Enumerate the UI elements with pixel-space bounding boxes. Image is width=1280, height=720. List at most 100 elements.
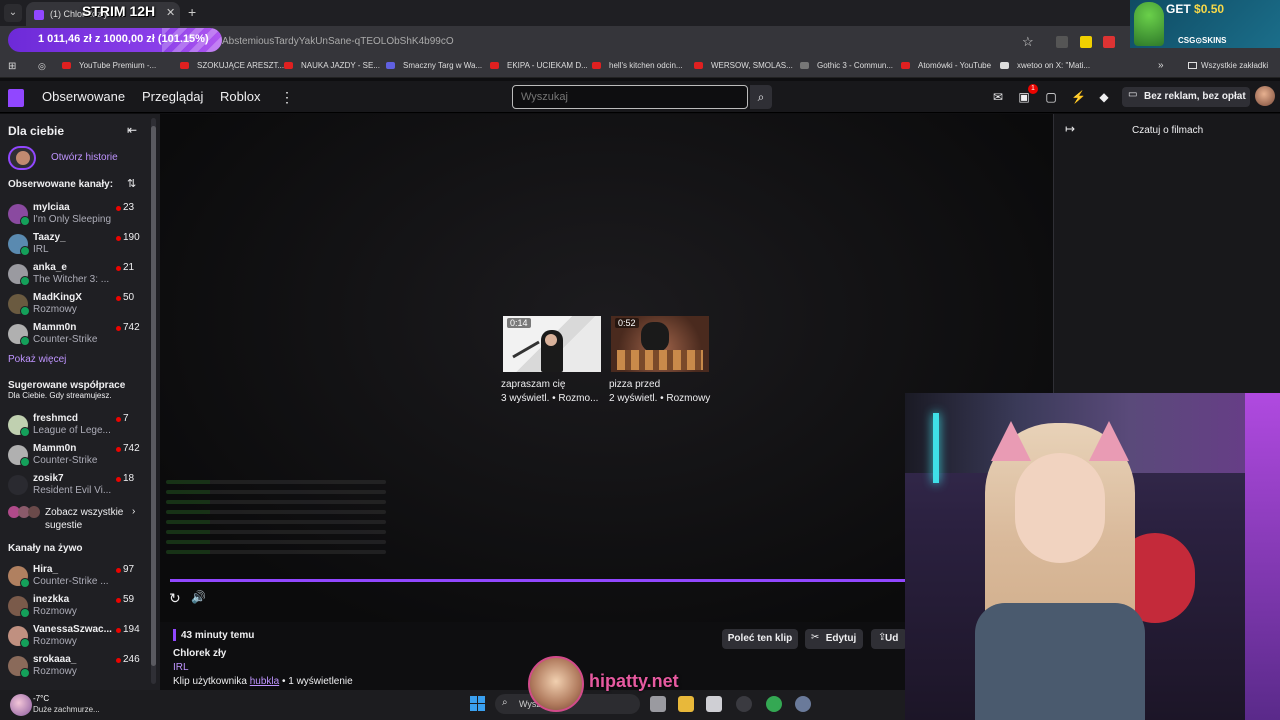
share-clip-button[interactable]: Ud [871, 629, 907, 649]
clip-title[interactable]: zapraszam cię [501, 379, 565, 390]
ad-get-label: GET [1166, 2, 1195, 16]
chevron-right-icon[interactable]: › [132, 506, 135, 517]
bookmark-star-icon[interactable]: ☆ [1022, 34, 1034, 50]
bookmarks-overflow-icon[interactable]: » [1158, 60, 1164, 71]
app-icon[interactable] [736, 696, 752, 712]
live-dot-icon [116, 266, 121, 271]
bookmark-item[interactable]: WERSOW, SMOLAS... [694, 61, 793, 70]
sidebar-channel[interactable]: Taazy_ IRL 190 [0, 230, 150, 258]
sidebar-channel[interactable]: freshmcd League of Lege... 7 [0, 411, 150, 439]
sidebar-channel[interactable]: inezkka Rozmowy 59 [0, 592, 150, 620]
sidebar-channel[interactable]: anka_e The Witcher 3: ... 21 [0, 260, 150, 288]
bookmark-item[interactable]: Atomówki - YouTube [901, 61, 991, 70]
windows-start-icon[interactable] [470, 696, 486, 712]
sidebar-title: Dla ciebie [8, 124, 65, 138]
file-explorer-icon[interactable] [678, 696, 694, 712]
recommend-clip-button[interactable]: Poleć ten klip [722, 629, 798, 649]
task-view-icon[interactable] [650, 696, 666, 712]
csgo-skins-ad[interactable]: GET $0.50 CSG⊙SKINS [1130, 0, 1280, 48]
sort-icon[interactable]: ⇅ [127, 177, 136, 190]
stats-icon[interactable]: ⚡ [1071, 90, 1086, 104]
store-icon[interactable] [706, 696, 722, 712]
live-dot-icon [116, 628, 121, 633]
tab-search-button[interactable]: ⌄ [4, 4, 22, 22]
more-menu-icon[interactable]: ⋮ [280, 89, 294, 106]
nav-browse[interactable]: Przeglądaj [142, 89, 203, 104]
nav-roblox[interactable]: Roblox [220, 89, 260, 104]
bookmark-item[interactable]: SZOKUJĄCE ARESZT... [180, 61, 284, 70]
bookmark-item[interactable]: xwetoo on X: "Mati... [1000, 61, 1090, 70]
channel-category: Resident Evil Vi... [33, 485, 112, 496]
inbox-icon[interactable]: ✉ [991, 90, 1005, 104]
collapse-chat-icon[interactable]: ↦ [1065, 122, 1075, 136]
channel-name: inezkka [33, 594, 70, 605]
history-avatar[interactable] [8, 146, 36, 170]
settings-icon[interactable] [795, 696, 811, 712]
viewer-count: 7 [123, 413, 129, 424]
bookmark-icon[interactable]: ◎ [38, 61, 46, 72]
sidebar-channel[interactable]: srokaaa_ Rozmowy 246 [0, 652, 150, 680]
sidebar-channel[interactable]: MadKingX Rozmowy 50 [0, 290, 150, 318]
live-badge-icon [20, 608, 30, 618]
bookmark-item[interactable]: Gothic 3 - Commun... [800, 61, 893, 70]
all-bookmarks-button[interactable]: Wszystkie zakładki [1188, 61, 1268, 70]
channel-category: Rozmowy [33, 304, 77, 315]
bits-icon[interactable]: ◆ [1097, 90, 1111, 104]
x-icon [1000, 62, 1009, 70]
show-more-link[interactable]: Pokaż więcej [8, 354, 66, 365]
volume-icon[interactable]: 🔊 [191, 590, 206, 604]
clip-author-link[interactable]: hubkla [250, 676, 279, 687]
sidebar-channel[interactable]: Mamm0n Counter-Strike 742 [0, 320, 150, 348]
whispers-icon[interactable]: ▢ [1044, 90, 1058, 104]
weather-icon[interactable] [10, 694, 32, 716]
extension-icon[interactable] [1080, 36, 1092, 48]
bookmark-item[interactable]: EKIPA - UCIEKAM D... [490, 61, 588, 70]
viewer-count: 194 [123, 624, 140, 635]
url-field[interactable]: AbstemiousTardyYakUnSane-qTEOLObShK4b99c… [222, 36, 454, 47]
sidebar-channel[interactable]: VanessaSzwac... Rozmowy 194 [0, 622, 150, 650]
clip-title[interactable]: pizza przed [609, 379, 660, 390]
sidebar-channel[interactable]: mylciaa I'm Only Sleeping 23 [0, 200, 150, 228]
search-icon[interactable]: ⌕ [750, 85, 772, 109]
bookmark-item[interactable]: Smaczny Targ w Wa... [386, 61, 482, 70]
time-accent-bar [173, 629, 176, 641]
clip-category-link[interactable]: IRL [173, 662, 189, 673]
notification-badge: 1 [1028, 84, 1038, 94]
nav-followed[interactable]: Obserwowane [42, 89, 125, 104]
channel-name: MadKingX [33, 292, 82, 303]
open-history-link[interactable]: Otwórz historie [51, 152, 118, 163]
twitch-logo-icon[interactable] [8, 89, 24, 107]
bookmark-item[interactable]: YouTube Premium -... [62, 61, 156, 70]
chrome-icon[interactable] [766, 696, 782, 712]
channel-category: I'm Only Sleeping [33, 214, 112, 225]
playback-progress-bar[interactable] [170, 579, 905, 582]
replay-icon[interactable]: ↻ [169, 590, 181, 607]
youtube-icon [490, 62, 499, 70]
see-all-suggestions-link[interactable]: Zobacz wszystkie sugestie [45, 506, 127, 532]
bookmark-item[interactable]: NAUKA JAZDY - SE... [284, 61, 380, 70]
share-label: Ud [885, 633, 899, 644]
collapse-sidebar-icon[interactable]: ⇤ [127, 123, 137, 137]
edit-label: Edytuj [825, 633, 857, 644]
thumbnail-mic [512, 340, 540, 359]
user-avatar[interactable] [1255, 86, 1275, 106]
webcam-overlay [905, 393, 1280, 720]
tab-close-icon[interactable]: ✕ [166, 6, 175, 19]
extension-icon[interactable] [1103, 36, 1115, 48]
donation-goal-text: 1 011,46 zł z 1000,00 zł (101.15%) [38, 33, 209, 45]
sidebar-channel[interactable]: Hira_ Counter-Strike ... 97 [0, 562, 150, 590]
share-icon: ⇪ [878, 632, 887, 643]
bookmark-item[interactable]: hell's kitchen odcin... [592, 61, 683, 70]
purple-wall [1245, 393, 1280, 720]
search-input[interactable] [512, 85, 748, 109]
sidebar-channel[interactable]: zosik7 Resident Evil Vi... 18 [0, 471, 150, 499]
new-tab-button[interactable]: + [188, 4, 196, 20]
extension-icon[interactable] [1056, 36, 1068, 48]
sidebar-scrollbar-thumb[interactable] [151, 126, 156, 666]
channel-category: The Witcher 3: ... [33, 274, 110, 285]
turbo-button[interactable]: Bez reklam, bez opłat [1122, 87, 1250, 107]
suggestion-avatar [28, 506, 40, 518]
sidebar-channel[interactable]: Mamm0n Counter-Strike 742 [0, 441, 150, 469]
live-badge-icon [20, 276, 30, 286]
apps-grid-icon[interactable]: ⊞ [8, 61, 16, 72]
